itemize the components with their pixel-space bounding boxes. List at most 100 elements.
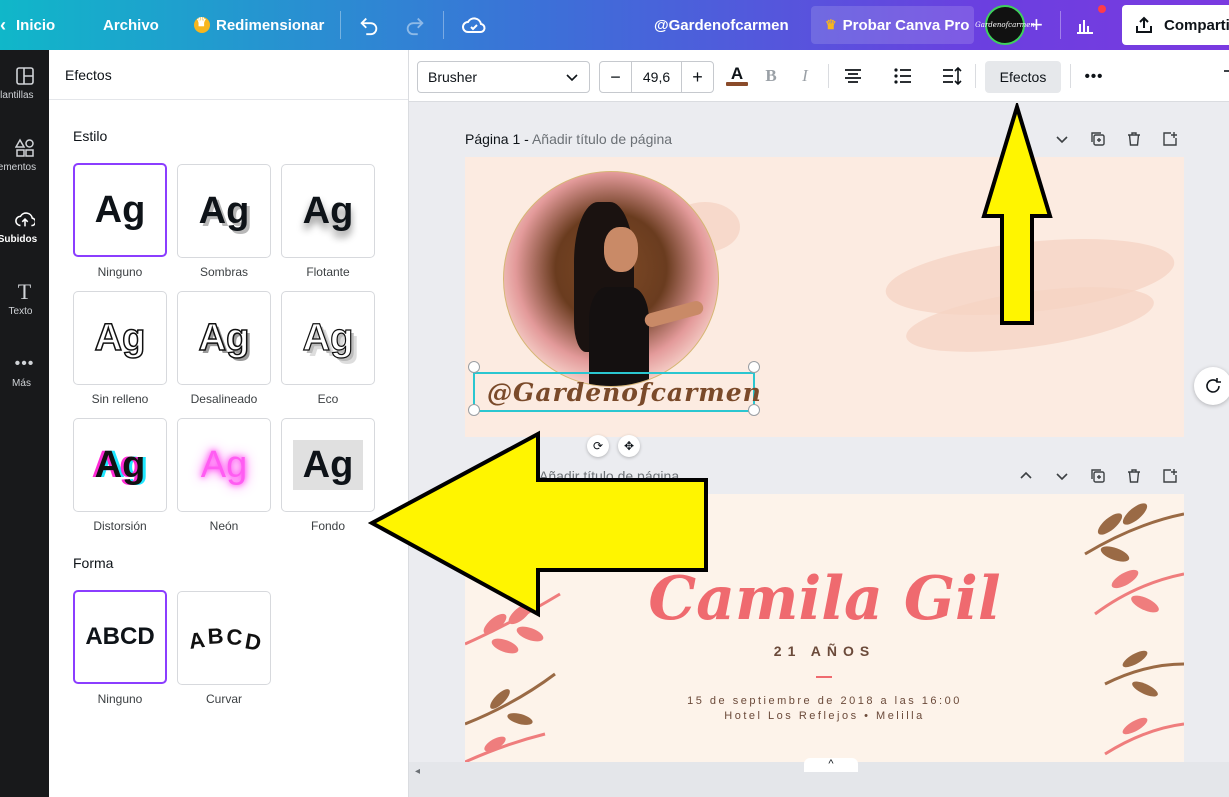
more-icon: ••• [14, 354, 35, 372]
cloud-check-icon [462, 17, 486, 33]
effect-hollow-label: Sin relleno [91, 392, 149, 406]
redo-button[interactable] [404, 0, 426, 50]
rail-item-text[interactable]: T Texto [0, 266, 49, 332]
undo-button[interactable] [358, 0, 380, 50]
invitation-place[interactable]: Hotel Los Reflejos • Melilla [465, 710, 1184, 722]
effect-lift-tile[interactable]: Ag [281, 164, 375, 258]
expand-notes-button[interactable]: ^ [804, 758, 858, 772]
plus-icon: + [1030, 12, 1043, 37]
page-1-canvas[interactable]: @Gardenofcarmen [465, 157, 1184, 437]
share-button[interactable]: Compartir [1122, 5, 1229, 45]
move-page-up-button[interactable] [1016, 466, 1036, 486]
svg-text:D: D [243, 628, 263, 655]
align-button[interactable] [841, 64, 865, 88]
divider [975, 64, 976, 88]
chevron-down-icon [1056, 136, 1068, 144]
add-page-button[interactable] [1160, 129, 1180, 149]
duplicate-page-button[interactable] [1088, 129, 1108, 149]
trash-button[interactable] [1219, 64, 1229, 88]
selected-text-element[interactable]: @Gardenofcarmen [473, 372, 761, 412]
ellipsis-icon: ••• [1084, 67, 1104, 85]
increase-size-button[interactable]: + [681, 62, 713, 92]
effect-neon-tile[interactable]: Ag [177, 418, 271, 512]
crown-icon: ♛ [825, 17, 837, 32]
insights-button[interactable] [1074, 0, 1096, 50]
invitation-age[interactable]: 21 AÑOS [465, 643, 1184, 659]
profile-photo[interactable] [503, 171, 719, 387]
font-family-dropdown[interactable]: Brusher [417, 61, 590, 93]
duplicate-page-button[interactable] [1088, 466, 1108, 486]
effect-shadow-tile[interactable]: Ag [177, 164, 271, 258]
divider [1060, 11, 1061, 39]
effect-glitch-tile[interactable]: Ag [73, 418, 167, 512]
duplicate-icon [1091, 469, 1105, 483]
undo-icon [360, 17, 378, 36]
try-pro-label: Probar Canva Pro [842, 16, 970, 34]
effect-background-tile[interactable]: Ag [281, 418, 375, 512]
page-1-title-input[interactable]: Añadir título de página [532, 131, 672, 147]
more-options-button[interactable]: ••• [1082, 64, 1106, 88]
effect-none-tile[interactable]: Ag [73, 163, 167, 257]
chevron-down-icon [566, 74, 578, 82]
invitation-date[interactable]: 15 de septiembre de 2018 a las 16:00 [465, 695, 1184, 707]
effect-neon-label: Neón [209, 519, 239, 533]
rail-item-elements[interactable]: Elementos [0, 122, 49, 188]
collapse-page-button[interactable] [1052, 129, 1072, 149]
cloud-save-button[interactable] [462, 0, 486, 50]
resize-handle[interactable] [748, 404, 760, 416]
chevron-left-icon: ‹ [0, 14, 6, 35]
font-size-stepper: − 49,6 + [599, 61, 714, 93]
resize-handle[interactable] [468, 361, 480, 373]
add-collaborator-button[interactable]: + [1030, 0, 1043, 50]
add-page-button[interactable] [1160, 466, 1180, 486]
list-button[interactable] [891, 64, 915, 88]
effects-button[interactable]: Efectos [985, 61, 1061, 93]
scroll-left-icon[interactable]: ◂ [415, 766, 420, 777]
text-color-swatch [726, 82, 748, 86]
curved-text-preview: A B C D [187, 623, 263, 655]
text-icon: T [17, 278, 32, 304]
effect-echo-tile[interactable]: Ag [281, 291, 375, 385]
rail-item-more[interactable]: ••• Más [0, 338, 49, 404]
resize-handle[interactable] [468, 404, 480, 416]
bar-chart-icon [1077, 20, 1093, 34]
resize-button[interactable]: Redimensionar [194, 0, 324, 50]
bold-button[interactable]: B [759, 64, 783, 88]
assistant-button[interactable] [1194, 367, 1229, 405]
design-name[interactable]: @Gardenofcarmen [654, 0, 789, 50]
avatar[interactable]: Gardenofcarmen [975, 5, 1035, 45]
try-pro-button[interactable]: ♛ Probar Canva Pro [811, 6, 974, 44]
divider [828, 64, 829, 88]
effect-splice-tile[interactable]: Ag [177, 291, 271, 385]
effect-hollow-tile[interactable]: Ag [73, 291, 167, 385]
rail-item-uploads[interactable]: Subidos [0, 194, 49, 260]
effect-splice-label: Desalineado [190, 392, 258, 406]
file-menu[interactable]: Archivo [103, 0, 159, 50]
delete-page-button[interactable] [1124, 129, 1144, 149]
back-home-button[interactable]: ‹ Inicio [0, 0, 55, 50]
shape-curve-tile[interactable]: A B C D [177, 591, 271, 685]
photo-arm [643, 299, 705, 329]
effect-lift-label: Flotante [306, 265, 350, 279]
style-section-title: Estilo [73, 128, 108, 144]
chevron-up-icon [1020, 471, 1032, 479]
move-page-down-button[interactable] [1052, 466, 1072, 486]
divider [1070, 64, 1071, 88]
page-1-label: Página 1 - [465, 131, 529, 147]
redo-icon [406, 17, 424, 36]
italic-button[interactable]: I [793, 64, 817, 88]
effects-panel: Efectos Estilo Ag Ninguno Ag Sombras Ag … [49, 50, 409, 797]
spacing-button[interactable] [940, 64, 964, 88]
delete-page-button[interactable] [1124, 466, 1144, 486]
text-color-icon: A [730, 64, 744, 83]
shape-none-tile[interactable]: ABCD [73, 590, 167, 684]
font-size-input[interactable]: 49,6 [632, 62, 681, 92]
resize-handle[interactable] [748, 361, 760, 373]
trash-icon [1128, 469, 1140, 483]
left-arrow-annotation [368, 430, 708, 618]
rail-item-templates[interactable]: Plantillas [0, 50, 49, 116]
shape-none-label: Ninguno [97, 692, 143, 706]
text-color-button[interactable]: A [725, 64, 749, 88]
italic-icon: I [802, 66, 808, 85]
decrease-size-button[interactable]: − [600, 62, 632, 92]
